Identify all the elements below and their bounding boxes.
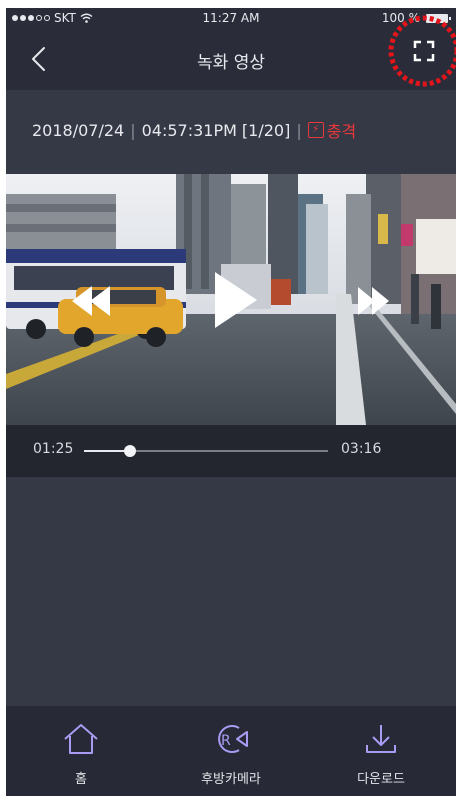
impact-label: 충격 — [326, 122, 357, 141]
fullscreen-icon — [388, 15, 456, 87]
tab-download[interactable]: 다운로드 — [306, 706, 456, 796]
recording-date: 2018/07/24 — [32, 120, 125, 140]
play-icon — [215, 272, 257, 328]
progress-slider[interactable] — [84, 445, 328, 457]
phone-screen: SKT 11:27 AM 100 % 녹화 영상 2018/07/24 | 04… — [6, 8, 456, 796]
fullscreen-button[interactable] — [388, 15, 456, 87]
fast-forward-icon — [358, 287, 389, 315]
svg-text:R: R — [221, 733, 231, 749]
tab-rear-camera-label: 후방카메라 — [201, 772, 261, 787]
tab-bar: 홈 R 후방카메라 다운로드 — [6, 706, 456, 796]
rewind-button[interactable] — [66, 282, 116, 320]
tab-home-label: 홈 — [75, 772, 87, 787]
recording-index: [1/20] — [241, 120, 291, 140]
tab-download-label: 다운로드 — [357, 772, 405, 787]
fast-forward-button[interactable] — [356, 284, 392, 318]
tab-rear-camera[interactable]: R 후방카메라 — [156, 706, 306, 796]
download-icon — [366, 725, 396, 753]
current-time: 01:25 — [33, 441, 74, 457]
recording-time: 04:57:31PM — [141, 120, 237, 140]
divider: | — [296, 120, 302, 140]
tab-home[interactable]: 홈 — [6, 706, 156, 796]
impact-badge: ⚡ 충격 — [307, 118, 357, 142]
video-player[interactable] — [6, 174, 456, 425]
playback-controls: 01:25 03:16 — [6, 425, 456, 477]
rear-camera-icon: R — [218, 725, 248, 753]
rewind-icon — [72, 286, 110, 316]
home-icon — [64, 724, 98, 754]
play-button[interactable] — [211, 269, 261, 331]
total-time: 03:16 — [341, 441, 382, 457]
lightning-icon: ⚡ — [307, 122, 324, 138]
progress-thumb[interactable] — [124, 445, 137, 457]
divider: | — [130, 120, 136, 140]
recording-info: 2018/07/24 | 04:57:31PM [1/20] | ⚡ 충격 — [32, 118, 356, 142]
